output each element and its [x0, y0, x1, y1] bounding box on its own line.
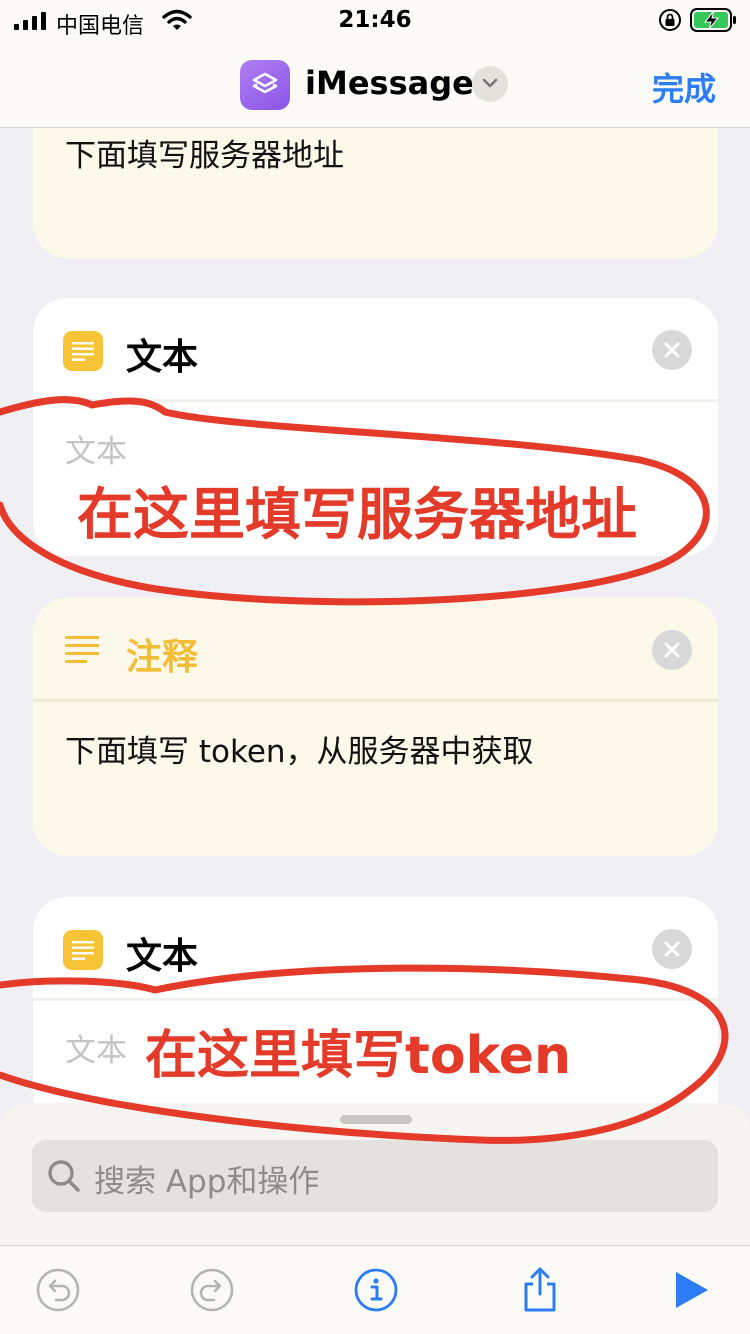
comment-icon	[65, 636, 99, 663]
text-input-placeholder[interactable]: 文本	[65, 426, 127, 471]
comment-title: 注释	[126, 637, 199, 678]
title-menu-button[interactable]	[472, 66, 508, 102]
action-title: 文本	[126, 337, 199, 378]
bottom-toolbar	[0, 1245, 750, 1334]
chevron-down-icon	[482, 78, 498, 88]
sheet-grabber[interactable]	[340, 1115, 412, 1124]
action-header: 文本	[33, 298, 718, 402]
search-icon	[48, 1160, 80, 1192]
comment-header: 注释	[33, 598, 718, 702]
shortcut-icon[interactable]	[240, 60, 290, 110]
navigation-bar: iMessage 完成	[0, 42, 750, 128]
undo-icon[interactable]	[34, 1266, 82, 1314]
comment-text[interactable]: 下面填写 token，从服务器中获取	[65, 726, 534, 771]
text-input-placeholder[interactable]: 文本	[65, 1025, 127, 1070]
actions-sheet: 搜索 App和操作	[0, 1103, 750, 1245]
annotation-server-address: 在这里填写服务器地址	[77, 483, 637, 548]
search-bar[interactable]: 搜索 App和操作	[32, 1140, 718, 1212]
remove-action-button[interactable]	[652, 929, 692, 969]
status-bar: 中国电信 21:46	[0, 0, 750, 42]
close-icon	[664, 941, 680, 957]
remove-comment-button[interactable]	[652, 630, 692, 670]
share-icon[interactable]	[516, 1266, 564, 1314]
action-header: 文本	[33, 897, 718, 1001]
comment-card-token[interactable]: 注释 下面填写 token，从服务器中获取	[33, 598, 718, 856]
shortcut-title[interactable]: iMessage	[305, 64, 474, 102]
orientation-lock-icon	[659, 9, 681, 31]
action-title: 文本	[126, 936, 199, 977]
remove-action-button[interactable]	[652, 330, 692, 370]
annotation-token: 在这里填写token	[145, 1026, 572, 1086]
close-icon	[664, 342, 680, 358]
text-action-icon	[63, 331, 103, 371]
close-icon	[664, 642, 680, 658]
search-placeholder: 搜索 App和操作	[94, 1164, 320, 1200]
clock-time: 21:46	[338, 7, 412, 33]
done-button[interactable]: 完成	[652, 64, 716, 110]
play-icon[interactable]	[668, 1266, 716, 1314]
comment-text[interactable]: 下面填写服务器地址	[65, 130, 344, 175]
shortcuts-glyph-icon	[252, 72, 278, 94]
battery-charging-icon	[690, 8, 736, 32]
text-action-icon	[63, 930, 103, 970]
redo-icon[interactable]	[188, 1266, 236, 1314]
info-icon[interactable]	[352, 1266, 400, 1314]
